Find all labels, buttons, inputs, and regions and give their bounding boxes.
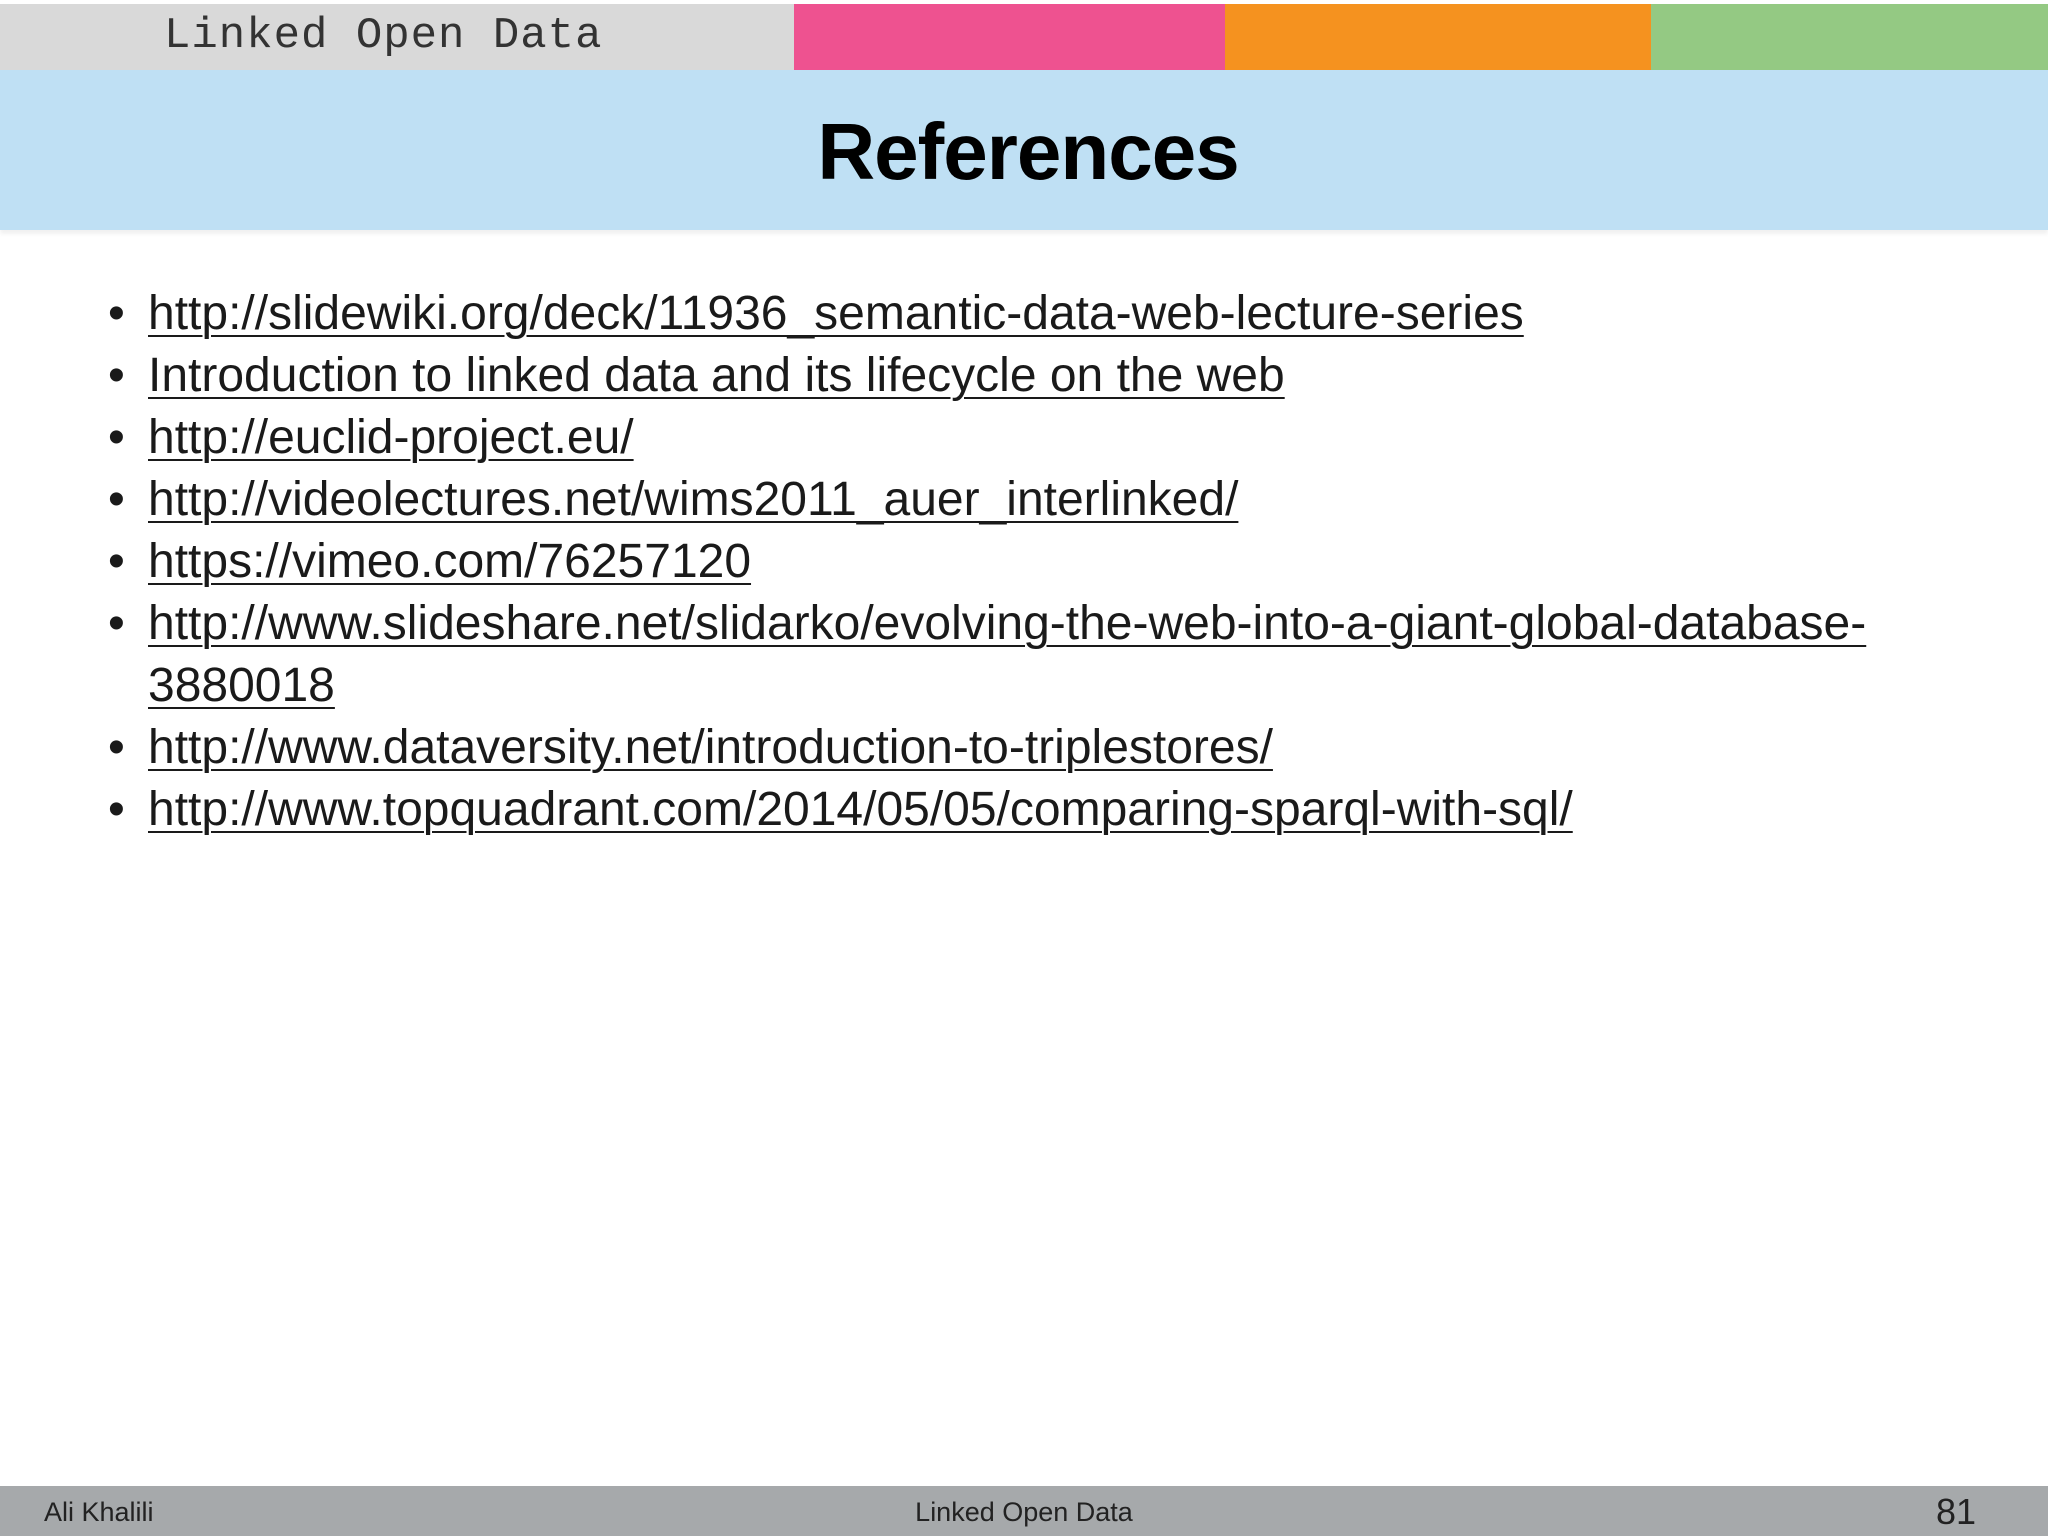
bullet: • xyxy=(108,411,125,464)
reference-link[interactable]: http://www.topquadrant.com/2014/05/05/co… xyxy=(148,783,1573,836)
reference-link[interactable]: http://slidewiki.org/deck/11936_semantic… xyxy=(148,287,1524,340)
course-label-bar: Linked Open Data xyxy=(0,4,794,70)
reference-link[interactable]: http://videolectures.net/wims2011_auer_i… xyxy=(148,473,1238,526)
list-item: • https://vimeo.com/76257120 xyxy=(104,531,1944,593)
reference-list: • http://slidewiki.org/deck/11936_semant… xyxy=(104,283,1944,841)
course-label: Linked Open Data xyxy=(164,11,603,61)
reference-link[interactable]: https://vimeo.com/76257120 xyxy=(148,535,751,588)
list-item: • http://videolectures.net/wims2011_auer… xyxy=(104,469,1944,531)
title-band: References xyxy=(0,70,2048,230)
bullet: • xyxy=(108,535,125,588)
bullet: • xyxy=(108,783,125,836)
list-item: • http://www.topquadrant.com/2014/05/05/… xyxy=(104,779,1944,841)
footer-title: Linked Open Data xyxy=(915,1497,1133,1527)
reference-link[interactable]: http://www.slideshare.net/slidarko/evolv… xyxy=(148,597,1866,712)
orange-color-block xyxy=(1225,4,1651,70)
list-item: • http://www.slideshare.net/slidarko/evo… xyxy=(104,593,1868,717)
reference-link[interactable]: http://euclid-project.eu/ xyxy=(148,411,634,464)
bullet: • xyxy=(108,349,125,402)
list-item: • http://euclid-project.eu/ xyxy=(104,407,1944,469)
bullet: • xyxy=(108,287,125,340)
header-color-strip: Linked Open Data xyxy=(0,4,2048,70)
list-item: • Introduction to linked data and its li… xyxy=(104,345,1944,407)
slide-title: References xyxy=(817,107,1239,196)
footer-bar: Ali Khalili Linked Open Data 81 xyxy=(0,1486,2048,1536)
bullet: • xyxy=(108,473,125,526)
list-item: • http://slidewiki.org/deck/11936_semant… xyxy=(104,283,1944,345)
slide: Linked Open Data References • http://sli… xyxy=(0,0,2048,1536)
list-item: • http://www.dataversity.net/introductio… xyxy=(104,717,1944,779)
bullet: • xyxy=(108,597,125,650)
pink-color-block xyxy=(794,4,1225,70)
bullet: • xyxy=(108,721,125,774)
green-color-block xyxy=(1651,4,2048,70)
reference-link[interactable]: Introduction to linked data and its life… xyxy=(148,349,1285,402)
reference-link[interactable]: http://www.dataversity.net/introduction-… xyxy=(148,721,1273,774)
page-number: 81 xyxy=(1935,1491,1976,1532)
